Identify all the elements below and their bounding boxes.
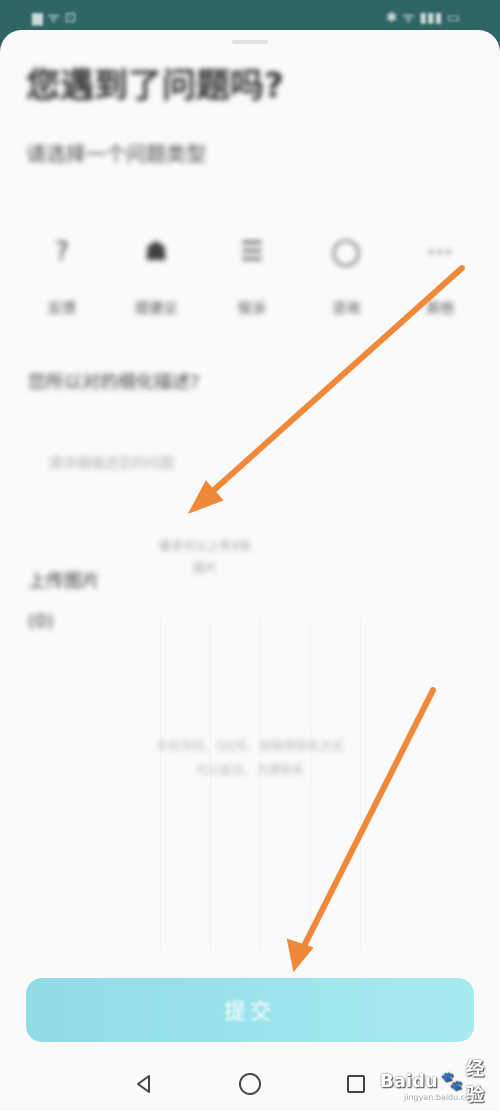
category-prompt: 请选择一个问题类型 [26,142,206,166]
category-label: 咨询 [332,301,360,317]
category-list: ? 反馈 ☗ 提建议 ☰ 投诉 ◯ 咨询 ⋯ 其他 [0,230,500,340]
status-right-indicators: ✱ ᯤ ▮▮▮ ▭ [385,10,460,26]
circle-icon: ◯ [331,237,361,267]
status-left-indicators: ▆ ᯤ ⊡ [32,10,77,26]
home-icon[interactable] [236,1070,264,1098]
submit-label: 提交 [223,1000,276,1025]
more-icon: ⋯ [427,237,453,267]
paw-icon: 🐾 [440,1070,464,1092]
recents-icon[interactable] [342,1070,370,1098]
category-label: 投诉 [238,301,266,317]
contact-tip: 手机号码、QQ号、邮箱等联系方式 可以留言、方便联系 [110,734,390,782]
upload-hint-line1: 最多可以上传4张 [159,539,251,553]
watermark-brand: Baidu [380,1070,438,1092]
category-label: 提建议 [135,301,177,317]
sheet-handle[interactable] [232,40,268,44]
category-other[interactable]: ⋯ 其他 [400,230,480,340]
description-input[interactable] [46,448,310,480]
chat-icon: ☰ [240,237,264,267]
submit-button[interactable]: 提交 [26,978,474,1042]
category-label: 其他 [426,301,454,317]
category-suggestion[interactable]: ☗ 提建议 [116,230,196,340]
category-inquiry[interactable]: ◯ 咨询 [306,230,386,340]
background-lines [150,620,370,950]
description-question: 您所以对的细化描述? [28,372,200,393]
briefcase-icon: ☗ [144,237,168,267]
contact-tip-line2: 可以留言、方便联系 [195,763,304,777]
watermark-url: jingyan.baidu.com [404,1093,478,1102]
question-icon: ? [55,237,69,267]
page-title: 您遇到了问题吗? [26,66,284,106]
category-complaint[interactable]: ☰ 投诉 [212,230,292,340]
back-icon[interactable] [130,1070,158,1098]
category-label: 反馈 [48,301,76,317]
category-feedback[interactable]: ? 反馈 [22,230,102,340]
upload-hint-line2: 图片 [192,561,217,575]
contact-tip-line1: 手机号码、QQ号、邮箱等联系方式 [156,739,344,753]
upload-label: 上传图片(0) [28,571,100,632]
upload-image-box[interactable]: 最多可以上传4张 图片 [140,535,270,595]
